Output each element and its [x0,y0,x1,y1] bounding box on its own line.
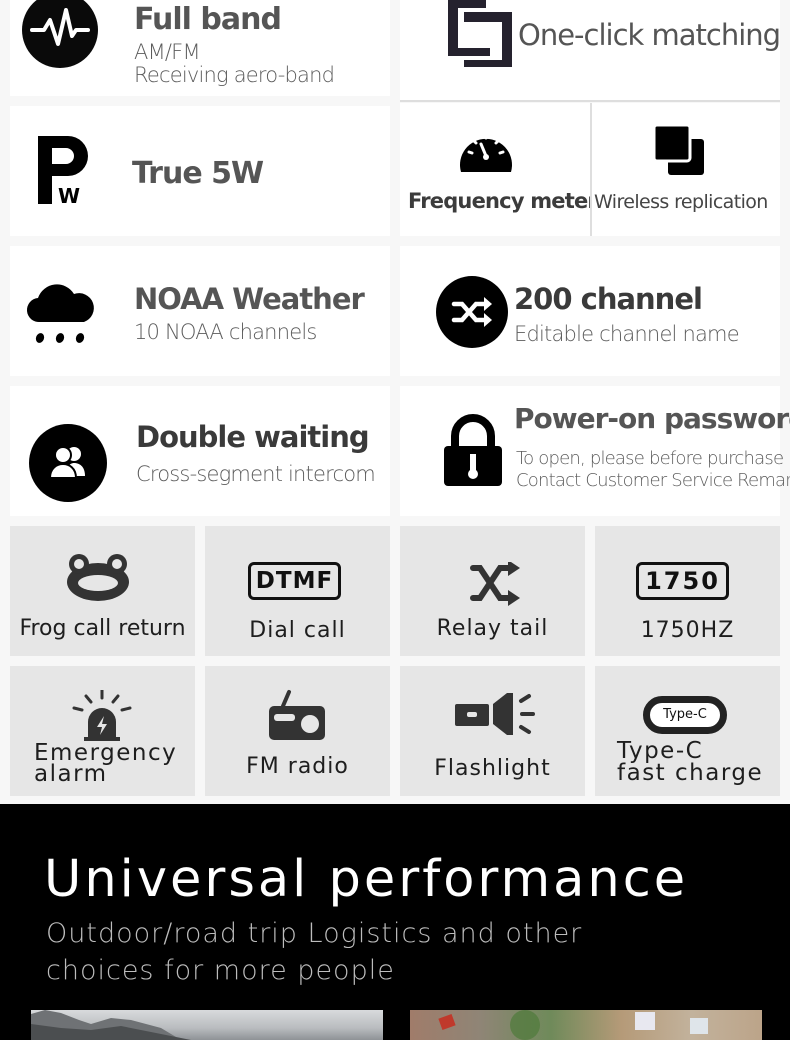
feature-card-wireless-replication: Wireless replication [592,103,780,236]
siren-icon [72,688,132,742]
tone-badge-text: 1750 [645,567,720,595]
feature-title: Power-on password [514,402,790,435]
performance-tagline: Outdoor/road trip Logistics and other [46,918,583,949]
feature-card-frequency-meter: Frequency meter [400,103,598,236]
performance-section: Universal performance Outdoor/road trip … [0,804,790,1040]
grid-tile-label: Relay tail [436,616,549,641]
usb-c-port-text: Type-C [663,707,707,722]
feature-title: Wireless replication [594,191,768,213]
grid-tile-dial-call: DTMF Dial call [205,526,390,656]
shuffle-icon [436,276,508,348]
grid-tile-frog-call-return: Frog call return [10,526,195,656]
power-watt-sub: W [58,184,80,206]
grid-tile-fm-radio: FM radio [205,666,390,796]
speedometer-icon [459,126,513,172]
feature-card-200-channel: 200 channel Editable channel name [400,246,780,376]
grid-tile-label: Dial call [249,618,346,643]
feature-title: Frequency meter [408,189,598,213]
dtmf-badge-text: DTMF [255,568,334,594]
feature-subtitle: AM/FM [134,40,201,64]
grid-tile-label: fast charge [617,760,764,786]
feature-card-true-5w: W True 5W [10,106,390,236]
waveform-icon [22,0,98,68]
performance-title: Universal performance [44,850,689,909]
grid-tile-emergency-alarm: Emergency alarm [10,666,195,796]
grid-tile-label: alarm [34,761,108,787]
feature-subtitle: Cross-segment intercom [136,462,376,486]
feature-card-noaa-weather: NOAA Weather 10 NOAA channels [10,246,390,376]
power-watt-icon: W [38,136,94,208]
copy-icon [652,123,704,175]
feature-subtitle: 10 NOAA channels [134,320,317,344]
grid-tile-label: Frog call return [19,616,186,641]
radio-icon [269,688,327,742]
grid-tile-label: Flashlight [434,756,551,781]
grid-tile-type-c-fast-charge: Type-C Type-C fast charge [595,666,780,796]
feature-title: One-click matching [518,18,781,52]
feature-subtitle: Receiving aero-band [134,63,335,87]
rain-cloud-icon [26,278,98,346]
feature-subtitle: To open, please before purchase [516,448,784,469]
feature-title: True 5W [132,156,264,191]
usb-c-port-icon: Type-C [643,696,727,734]
feature-title: 200 channel [514,282,703,316]
flashlight-icon [455,691,537,737]
grid-tile-1750hz: 1750 1750HZ [595,526,780,656]
grid-tile-label: FM radio [246,754,349,779]
tone-badge-icon: 1750 [636,562,729,600]
performance-tagline: choices for more people [46,955,395,986]
feature-title: Full band [134,2,282,37]
photo-mountain-landscape [31,1010,383,1040]
feature-card-double-waiting: Double waiting Cross-segment intercom [10,386,390,516]
grid-tile-flashlight: Flashlight [400,666,585,796]
feature-card-power-on-password: Power-on password To open, please before… [400,386,790,516]
shuffle-icon [470,560,522,606]
feature-subtitle: Contact Customer Service Remarks [516,470,790,491]
feature-subtitle: Editable channel name [514,322,740,346]
grid-tile-label: 1750HZ [640,618,735,643]
dtmf-badge-icon: DTMF [248,562,341,600]
padlock-icon [442,414,504,488]
grid-tile-relay-tail: Relay tail [400,526,585,656]
feature-card-full-band: Full band AM/FM Receiving aero-band [10,0,390,96]
feature-title: Double waiting [136,420,370,454]
feature-card-one-click-matching: One-click matching [400,0,781,100]
feature-title: NOAA Weather [134,282,365,316]
frog-icon [66,554,130,602]
photo-aerial-city [410,1010,762,1040]
divider [400,100,780,102]
pairing-logo-icon [446,0,514,67]
users-icon [29,424,107,502]
